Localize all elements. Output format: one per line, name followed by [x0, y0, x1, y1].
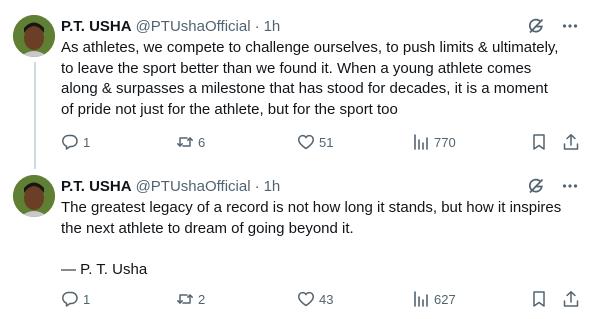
- author-name[interactable]: P.T. USHA: [61, 18, 132, 35]
- more-icon[interactable]: [560, 16, 580, 36]
- action-bar: 1 6 51 770: [0, 133, 594, 153]
- share-icon: [563, 291, 579, 307]
- reply-button[interactable]: 1: [61, 133, 90, 151]
- timestamp[interactable]: 1h: [264, 18, 281, 35]
- tweet-text: As athletes, we compete to challenge our…: [61, 39, 559, 118]
- separator: ·: [254, 177, 260, 195]
- like-icon: [298, 291, 314, 307]
- tweet-text: The greatest legacy of a record is not h…: [61, 199, 562, 278]
- author-name[interactable]: P.T. USHA: [61, 178, 132, 195]
- timestamp[interactable]: 1h: [264, 178, 281, 195]
- reply-icon: [62, 134, 78, 150]
- share-icon: [563, 134, 579, 150]
- tweet-header: P.T. USHA @PTUshaOfficial · 1h: [61, 16, 280, 36]
- retweet-count: 6: [198, 134, 206, 150]
- like-count: 43: [319, 291, 334, 307]
- avatar[interactable]: [13, 175, 55, 217]
- reply-count: 1: [83, 291, 91, 307]
- retweet-button[interactable]: 6: [176, 133, 205, 151]
- tweet-header: P.T. USHA @PTUshaOfficial · 1h: [61, 176, 280, 196]
- views-button[interactable]: 627: [412, 290, 456, 308]
- tweet[interactable]: P.T. USHA @PTUshaOfficial · 1h As athlet…: [0, 0, 594, 168]
- retweet-count: 2: [198, 291, 206, 307]
- bookmark-icon: [533, 291, 545, 307]
- views-icon: [414, 134, 428, 150]
- grok-icon[interactable]: [526, 16, 546, 36]
- bookmark-icon: [533, 134, 545, 150]
- views-count: 627: [434, 291, 456, 307]
- retweet-button[interactable]: 2: [176, 290, 205, 308]
- separator: ·: [254, 17, 260, 35]
- avatar[interactable]: [13, 15, 55, 57]
- grok-icon[interactable]: [526, 176, 546, 196]
- views-icon: [414, 291, 428, 307]
- tweet[interactable]: P.T. USHA @PTUshaOfficial · 1h The great…: [0, 168, 594, 319]
- more-icon[interactable]: [560, 176, 580, 196]
- author-handle[interactable]: @PTUshaOfficial: [136, 178, 251, 195]
- like-count: 51: [319, 134, 334, 150]
- retweet-icon: [177, 294, 193, 304]
- like-button[interactable]: 51: [297, 133, 333, 151]
- reply-button[interactable]: 1: [61, 290, 90, 308]
- action-bar: 1 2 43 627: [0, 290, 594, 310]
- views-count: 770: [434, 134, 456, 150]
- reply-icon: [62, 291, 78, 307]
- bookmark-button[interactable]: [530, 290, 548, 308]
- like-button[interactable]: 43: [297, 290, 333, 308]
- like-icon: [298, 134, 314, 150]
- reply-count: 1: [83, 134, 91, 150]
- retweet-icon: [177, 137, 193, 147]
- bookmark-button[interactable]: [530, 133, 548, 151]
- views-button[interactable]: 770: [412, 133, 456, 151]
- share-button[interactable]: [562, 133, 580, 151]
- share-button[interactable]: [562, 290, 580, 308]
- author-handle[interactable]: @PTUshaOfficial: [136, 18, 251, 35]
